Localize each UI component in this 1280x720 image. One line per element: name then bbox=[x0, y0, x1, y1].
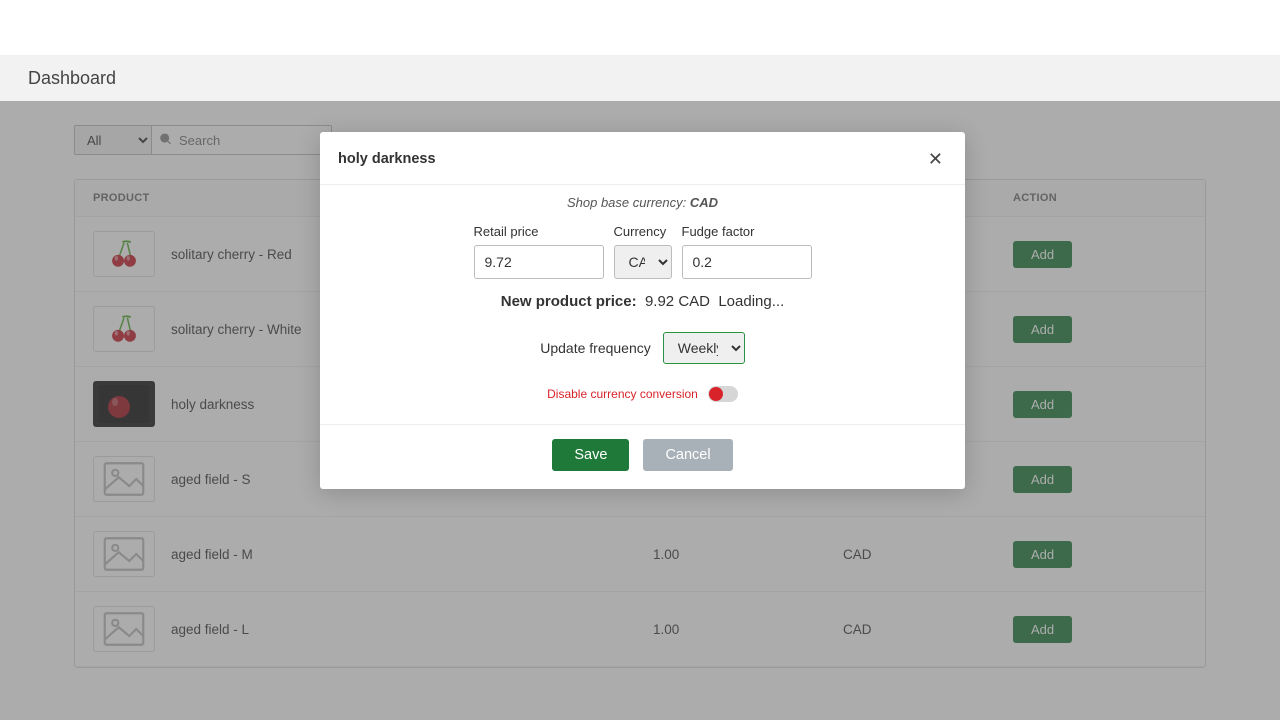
disable-conversion-toggle[interactable] bbox=[708, 386, 738, 402]
top-blank-bar bbox=[0, 0, 1280, 55]
new-price-value: 9.92 CAD bbox=[645, 293, 710, 310]
close-button[interactable]: ✕ bbox=[924, 146, 947, 172]
loading-text: Loading... bbox=[718, 293, 784, 310]
retail-price-input[interactable] bbox=[474, 245, 604, 279]
fudge-label: Fudge factor bbox=[682, 224, 812, 239]
price-fields-row: Retail price Currency CAD Fudge factor bbox=[338, 224, 947, 279]
save-button[interactable]: Save bbox=[552, 439, 629, 471]
toggle-knob bbox=[709, 387, 723, 401]
retail-price-label: Retail price bbox=[474, 224, 604, 239]
base-currency-line: Shop base currency: CAD bbox=[338, 195, 947, 210]
page-title: Dashboard bbox=[28, 68, 116, 89]
retail-price-field: Retail price bbox=[474, 224, 604, 279]
modal-header: holy darkness ✕ bbox=[320, 132, 965, 185]
close-icon: ✕ bbox=[928, 149, 943, 169]
new-price-row: New product price: 9.92 CAD Loading... bbox=[338, 293, 947, 310]
currency-select[interactable]: CAD bbox=[614, 245, 672, 279]
fudge-input[interactable] bbox=[682, 245, 812, 279]
frequency-row: Update frequency Weekly bbox=[338, 332, 947, 364]
modal-body: Shop base currency: CAD Retail price Cur… bbox=[320, 185, 965, 424]
currency-label: Currency bbox=[614, 224, 672, 239]
frequency-select[interactable]: Weekly bbox=[663, 332, 745, 364]
cancel-button[interactable]: Cancel bbox=[643, 439, 732, 471]
new-price-label: New product price: bbox=[501, 293, 637, 310]
product-modal: holy darkness ✕ Shop base currency: CAD … bbox=[320, 132, 965, 489]
fudge-field: Fudge factor bbox=[682, 224, 812, 279]
disable-conversion-label: Disable currency conversion bbox=[547, 387, 698, 401]
currency-field: Currency CAD bbox=[614, 224, 672, 279]
page-title-bar: Dashboard bbox=[0, 55, 1280, 101]
modal-footer: Save Cancel bbox=[320, 424, 965, 489]
frequency-label: Update frequency bbox=[540, 340, 651, 356]
modal-title: holy darkness bbox=[338, 151, 436, 167]
disable-conversion-row: Disable currency conversion bbox=[338, 386, 947, 402]
